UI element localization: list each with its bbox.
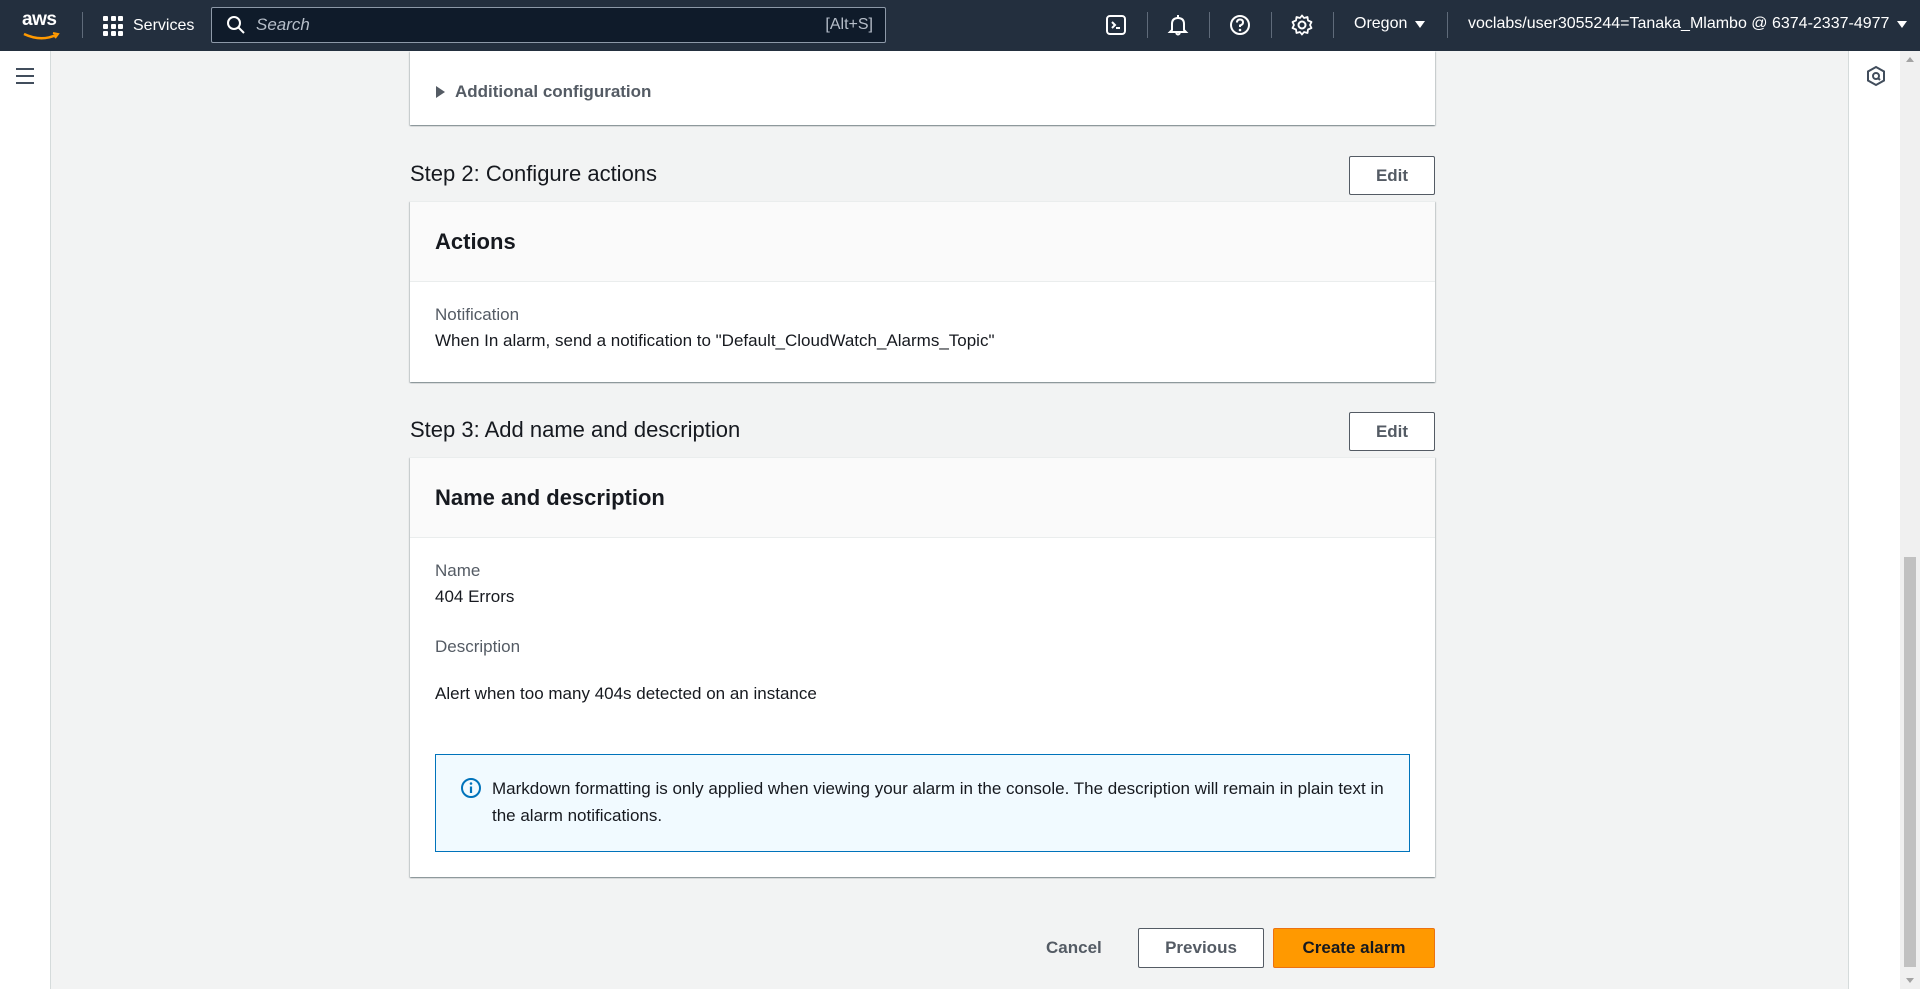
chevron-down-icon	[1897, 20, 1908, 28]
step2-edit-button[interactable]: Edit	[1349, 156, 1435, 195]
chevron-down-icon	[1415, 20, 1426, 28]
markdown-info-text: Markdown formatting is only applied when…	[492, 779, 1384, 825]
nav-divider	[1209, 12, 1210, 38]
notification-label: Notification	[435, 305, 520, 324]
additional-configuration-label: Additional configuration	[455, 82, 652, 101]
additional-configuration-expander[interactable]: Additional configuration	[436, 82, 651, 102]
scrollbar-thumb[interactable]	[1904, 557, 1916, 967]
scroll-down-arrow-icon[interactable]	[1906, 978, 1914, 983]
name-description-panel-header: Name and description	[410, 458, 1435, 538]
caret-right-icon	[436, 86, 445, 98]
account-menu[interactable]: voclabs/user3055244=Tanaka_Mlambo @ 6374…	[1468, 15, 1908, 33]
markdown-info-alert: Markdown formatting is only applied when…	[435, 754, 1410, 852]
search-input[interactable]	[256, 15, 826, 35]
settings-gear-icon[interactable]	[1290, 13, 1314, 37]
name-label: Name	[435, 561, 481, 580]
cancel-button[interactable]: Cancel	[1036, 928, 1112, 968]
region-label: Oregon	[1354, 15, 1408, 32]
left-navigation-rail	[0, 51, 51, 989]
help-panel-icon[interactable]	[1865, 65, 1887, 87]
search-icon	[227, 16, 245, 34]
name-description-panel-title: Name and description	[435, 484, 665, 510]
actions-panel-body: Notification When In alarm, send a notif…	[410, 282, 1435, 371]
hamburger-menu-icon[interactable]	[16, 68, 34, 84]
services-grid-icon	[103, 16, 123, 36]
nav-divider	[1333, 12, 1334, 38]
services-label: Services	[133, 17, 195, 34]
cloudshell-icon[interactable]	[1104, 13, 1128, 37]
aws-logo[interactable]: aws	[22, 10, 62, 40]
right-tools-rail	[1848, 51, 1900, 989]
actions-panel-header: Actions	[410, 202, 1435, 282]
info-icon	[461, 778, 481, 798]
step2-title: Step 2: Configure actions	[410, 161, 658, 186]
account-label: voclabs/user3055244=Tanaka_Mlambo @ 6374…	[1468, 15, 1890, 32]
nav-divider	[82, 12, 83, 38]
aws-smile-icon	[23, 32, 60, 40]
search-shortcut-hint: [Alt+S]	[825, 16, 873, 33]
nav-divider	[1147, 12, 1148, 38]
name-value: 404 Errors	[435, 587, 515, 606]
nav-divider	[1271, 12, 1272, 38]
step3-edit-button[interactable]: Edit	[1349, 412, 1435, 451]
description-value: Alert when too many 404s detected on an …	[435, 684, 817, 703]
previous-button[interactable]: Previous	[1138, 928, 1264, 968]
global-search[interactable]: [Alt+S]	[211, 7, 886, 43]
notification-value: When In alarm, send a notification to "D…	[435, 331, 995, 350]
nav-divider	[1447, 12, 1448, 38]
name-description-panel-body: Name 404 Errors Description Alert when t…	[410, 538, 1435, 724]
top-navigation-bar: aws Services [Alt+S]	[0, 0, 1920, 51]
create-alarm-button[interactable]: Create alarm	[1273, 928, 1435, 968]
services-menu-button[interactable]: Services	[103, 13, 194, 39]
aws-logo-text: aws	[22, 9, 57, 30]
scroll-up-arrow-icon[interactable]	[1906, 57, 1914, 62]
actions-panel: Actions Notification When In alarm, send…	[410, 201, 1435, 382]
region-selector[interactable]: Oregon	[1354, 15, 1426, 33]
description-label: Description	[435, 637, 521, 656]
step3-title: Step 3: Add name and description	[410, 417, 741, 442]
actions-panel-title: Actions	[435, 228, 516, 254]
help-icon[interactable]	[1228, 13, 1252, 37]
page-scrollbar[interactable]	[1900, 51, 1920, 989]
notifications-bell-icon[interactable]	[1166, 13, 1190, 37]
